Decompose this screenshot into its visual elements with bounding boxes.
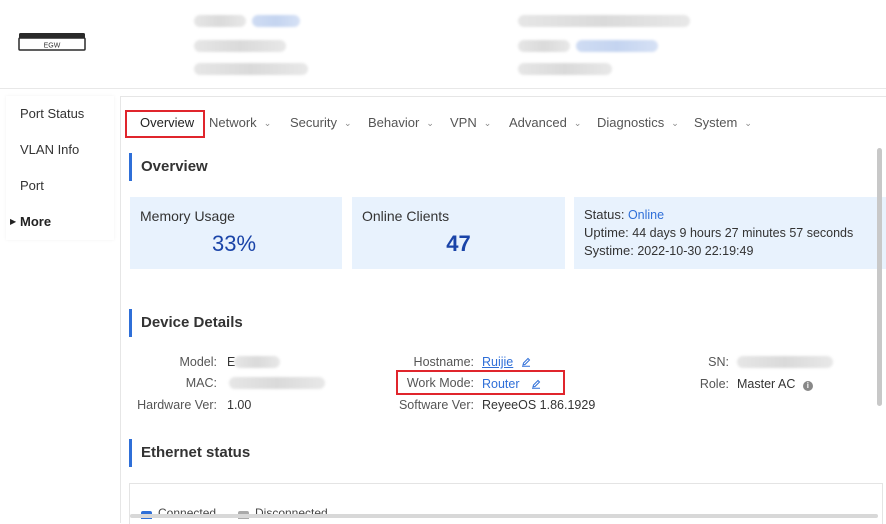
software-ver-label: Software Ver: [398, 398, 474, 412]
sn-label: SN: [708, 355, 729, 369]
sidebar: Port Status VLAN Info Port ▶ More [6, 96, 114, 240]
hardware-ver-value: 1.00 [227, 398, 252, 412]
mac-label: MAC: [185, 376, 217, 390]
hardware-ver-label: Hardware Ver: [137, 398, 217, 412]
overview-tab-highlight [125, 110, 205, 138]
status-value: Online [627, 208, 665, 222]
redacted-link [576, 40, 658, 52]
redacted-text [194, 63, 308, 75]
online-clients-value: 47 [446, 231, 471, 256]
status-row: Status: Online [584, 207, 665, 222]
caret-right-icon: ▶ [10, 217, 17, 226]
online-clients-card[interactable]: Online Clients 47 [352, 197, 565, 269]
overview-section-title: Overview [129, 153, 208, 181]
device-details-section-title: Device Details [129, 309, 243, 337]
redacted-text [194, 40, 286, 52]
redacted-link [252, 15, 300, 27]
tab-behavior[interactable]: Behavior ⌄ [368, 115, 434, 130]
memory-usage-value: 33% [211, 231, 257, 256]
hostname-row: Ruijie [482, 355, 531, 369]
device-label: EGW [44, 43, 61, 50]
chevron-down-icon: ⌄ [744, 118, 752, 128]
role-row: Master AC i [737, 377, 813, 391]
uptime-row: Uptime: 44 days 9 hours 27 minutes 57 se… [584, 225, 854, 240]
tab-system[interactable]: System ⌄ [694, 115, 752, 130]
software-ver-value: ReyeeOS 1.86.1929 [482, 398, 596, 412]
chevron-down-icon: ⌄ [263, 118, 272, 128]
vertical-scrollbar[interactable] [877, 148, 882, 406]
work-mode-highlight [396, 370, 565, 395]
sidebar-item-vlan-info[interactable]: VLAN Info [20, 142, 79, 157]
tab-diagnostics[interactable]: Diagnostics ⌄ [597, 115, 679, 130]
model-label: Model: [179, 355, 217, 369]
tab-vpn[interactable]: VPN ⌄ [450, 115, 491, 130]
online-clients-label: Online Clients [362, 208, 450, 224]
horizontal-scrollbar[interactable] [130, 514, 878, 518]
info-icon[interactable]: i [802, 381, 813, 391]
systime-value: 2022-10-30 22:19:49 [637, 244, 754, 258]
chevron-down-icon: ⌄ [671, 118, 679, 128]
redacted-text [518, 40, 570, 52]
header: EGW [0, 0, 886, 89]
uptime-value: 44 days 9 hours 27 minutes 57 seconds [632, 226, 854, 240]
sidebar-item-more[interactable]: More [20, 214, 51, 229]
role-value: Master AC [737, 377, 796, 391]
sidebar-item-port-status[interactable]: Port Status [20, 106, 84, 121]
gateway-device-icon: EGW [18, 33, 86, 51]
tab-network[interactable]: Network ⌄ [209, 115, 271, 130]
edit-icon[interactable] [521, 357, 531, 367]
ethernet-status-section-title: Ethernet status [129, 439, 250, 467]
redacted-text [518, 15, 690, 27]
tab-advanced[interactable]: Advanced ⌄ [509, 115, 581, 130]
memory-usage-label: Memory Usage [140, 208, 235, 224]
hostname-value[interactable]: Ruijie [482, 355, 513, 369]
tab-security[interactable]: Security ⌄ [290, 115, 352, 130]
chevron-down-icon: ⌄ [343, 118, 352, 128]
chevron-down-icon: ⌄ [426, 118, 434, 128]
chevron-down-icon: ⌄ [483, 118, 492, 128]
sidebar-item-port[interactable]: Port [20, 178, 44, 193]
redacted-text [518, 63, 612, 75]
role-label: Role: [699, 377, 729, 391]
systime-row: Systime: 2022-10-30 22:19:49 [584, 243, 754, 258]
chevron-down-icon: ⌄ [573, 118, 582, 128]
redacted-model [234, 356, 280, 368]
redacted-sn [737, 356, 833, 368]
memory-usage-card: Memory Usage 33% [130, 197, 342, 269]
redacted-mac [229, 377, 325, 389]
tab-bar: Overview Network ⌄ Security ⌄ Behavior ⌄ VP… [121, 97, 886, 143]
redacted-text [194, 15, 246, 27]
hostname-label: Hostname: [413, 355, 474, 369]
main-panel: Overview Network ⌄ Security ⌄ Behavior ⌄ VP… [120, 96, 886, 524]
status-card: Status: Online Uptime: 44 days 9 hours 2… [574, 197, 886, 269]
